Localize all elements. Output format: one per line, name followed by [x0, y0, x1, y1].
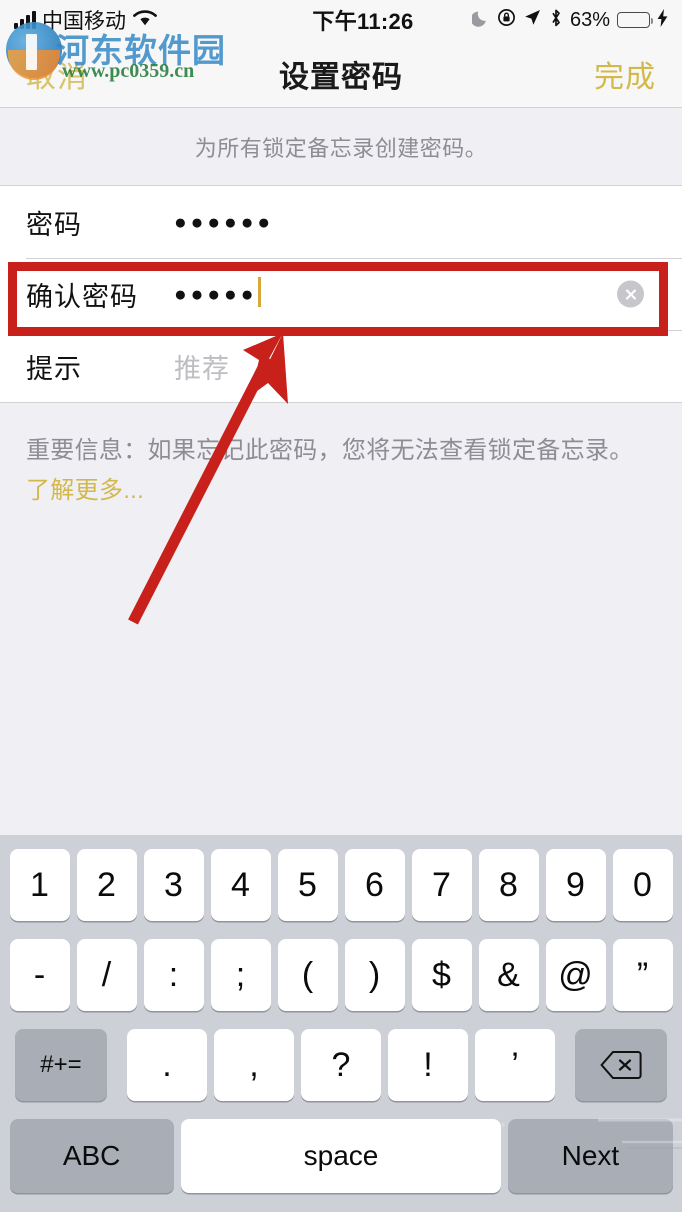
- status-bar-right: 63%: [470, 8, 668, 33]
- learn-more-link[interactable]: 了解更多...: [26, 477, 144, 504]
- password-input[interactable]: ●●●●●●: [174, 212, 274, 233]
- key-space[interactable]: space: [180, 1119, 502, 1193]
- confirm-password-row[interactable]: 确认密码 ●●●●●: [0, 258, 682, 330]
- confirm-password-label: 确认密码: [26, 281, 138, 312]
- key-comma[interactable]: ,: [214, 1029, 294, 1101]
- key-at[interactable]: @: [545, 939, 606, 1011]
- status-bar: 中国移动 下午11:26 63%: [0, 0, 682, 40]
- carrier-name: 中国移动: [42, 10, 126, 33]
- wifi-icon: [132, 8, 158, 33]
- key-hyphen[interactable]: -: [9, 939, 70, 1011]
- password-row[interactable]: 密码 ●●●●●●: [0, 186, 682, 258]
- key-4[interactable]: 4: [210, 849, 271, 921]
- key-abc-switch[interactable]: ABC: [9, 1119, 174, 1193]
- key-9[interactable]: 9: [545, 849, 606, 921]
- done-button[interactable]: 完成: [594, 52, 656, 96]
- settings-content: 为所有锁定备忘录创建密码。 密码 ●●●●●● 确认密码 ●●●●● 提示 推荐…: [0, 109, 682, 835]
- key-question[interactable]: ?: [301, 1029, 381, 1101]
- bluetooth-icon: [549, 8, 563, 33]
- key-0[interactable]: 0: [612, 849, 673, 921]
- key-left-paren[interactable]: (: [277, 939, 338, 1011]
- key-8[interactable]: 8: [478, 849, 539, 921]
- key-dollar[interactable]: $: [411, 939, 472, 1011]
- status-bar-left: 中国移动: [14, 5, 284, 35]
- password-label: 密码: [26, 209, 82, 240]
- cancel-button[interactable]: 取消: [26, 52, 88, 96]
- key-5[interactable]: 5: [277, 849, 338, 921]
- footer-note-text: 重要信息：如果忘记此密码，您将无法查看锁定备忘录。: [26, 437, 634, 464]
- battery-percent: 63%: [569, 8, 610, 31]
- charging-bolt-icon: [657, 8, 668, 32]
- keyboard-row-punctuation: #+= . , ? ! ’: [6, 1029, 676, 1101]
- backspace-icon[interactable]: [575, 1029, 667, 1101]
- key-exclamation[interactable]: !: [388, 1029, 468, 1101]
- key-double-quote[interactable]: ”: [612, 939, 673, 1011]
- status-bar-clock: 下午11:26: [312, 9, 414, 34]
- key-3[interactable]: 3: [143, 849, 204, 921]
- keyboard-row-bottom: ABC space Next: [6, 1119, 676, 1193]
- hint-label: 提示: [26, 353, 82, 384]
- clear-text-icon[interactable]: [617, 280, 644, 308]
- key-apostrophe[interactable]: ’: [475, 1029, 555, 1101]
- keyboard-row-numbers: 1 2 3 4 5 6 7 8 9 0: [6, 849, 676, 921]
- key-2[interactable]: 2: [76, 849, 137, 921]
- key-symbol-shift[interactable]: #+=: [15, 1029, 107, 1101]
- text-caret: [258, 277, 261, 307]
- key-right-paren[interactable]: ): [344, 939, 405, 1011]
- key-1[interactable]: 1: [9, 849, 70, 921]
- keyboard-row-symbols: - / : ; ( ) $ & @ ”: [6, 939, 676, 1011]
- key-7[interactable]: 7: [411, 849, 472, 921]
- hint-input-placeholder[interactable]: 推荐: [174, 347, 230, 386]
- footer-note: 重要信息：如果忘记此密码，您将无法查看锁定备忘录。 了解更多...: [0, 403, 682, 511]
- confirm-password-input[interactable]: ●●●●●: [174, 284, 257, 305]
- key-ampersand[interactable]: &: [478, 939, 539, 1011]
- keyboard-spacer: [562, 1029, 568, 1101]
- location-arrow-icon: [523, 8, 542, 32]
- on-screen-keyboard[interactable]: 1 2 3 4 5 6 7 8 9 0 - / : ; ( ) $ & @ ” …: [0, 835, 682, 1212]
- key-next[interactable]: Next: [508, 1119, 673, 1193]
- moon-icon: [470, 9, 490, 32]
- hint-row[interactable]: 提示 推荐: [0, 330, 682, 402]
- key-colon[interactable]: :: [143, 939, 204, 1011]
- page-title: 设置密码: [279, 60, 403, 94]
- navigation-bar: 取消 设置密码 完成: [0, 40, 682, 108]
- signal-bars-icon: [14, 11, 36, 29]
- key-semicolon[interactable]: ;: [210, 939, 271, 1011]
- battery-icon: [617, 12, 653, 28]
- key-6[interactable]: 6: [344, 849, 405, 921]
- password-form-group: 密码 ●●●●●● 确认密码 ●●●●● 提示 推荐: [0, 185, 682, 403]
- key-slash[interactable]: /: [76, 939, 137, 1011]
- keyboard-spacer: [114, 1029, 120, 1101]
- key-period[interactable]: .: [127, 1029, 207, 1101]
- section-description: 为所有锁定备忘录创建密码。: [194, 136, 488, 161]
- rotation-lock-icon: [497, 8, 516, 32]
